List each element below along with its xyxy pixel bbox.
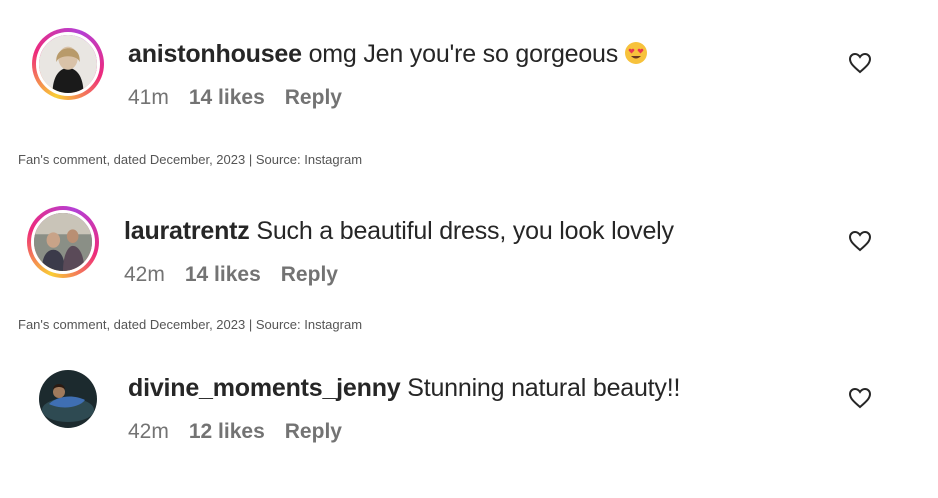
comment-text: Stunning natural beauty!! (407, 374, 681, 402)
likes-count[interactable]: 12 likes (189, 420, 265, 443)
profile-photo-icon (39, 370, 97, 428)
avatar[interactable] (39, 370, 97, 428)
comment-text-line: divine_moments_jenny Stunning natural be… (128, 374, 680, 403)
comment-text-line: lauratrentz Such a beautiful dress, you … (124, 217, 674, 246)
comment-text: Such a beautiful dress, you look lovely (256, 217, 674, 245)
comment-text: omg Jen you're so gorgeous (308, 40, 619, 68)
like-heart-icon[interactable] (848, 52, 872, 74)
username[interactable]: lauratrentz (124, 217, 250, 245)
comment-meta: 42m 14 likes Reply (124, 263, 358, 287)
comment-text-line: anistonhousee omg Jen you're so gorgeous (128, 40, 648, 69)
comment-2: lauratrentz Such a beautiful dress, you … (0, 180, 938, 320)
comment-meta: 41m 14 likes Reply (128, 86, 362, 110)
profile-photo-icon (39, 35, 97, 93)
reply-button[interactable]: Reply (281, 263, 338, 286)
comment-1: anistonhousee omg Jen you're so gorgeous… (0, 0, 938, 140)
username[interactable]: anistonhousee (128, 40, 302, 68)
timestamp: 41m (128, 86, 169, 109)
likes-count[interactable]: 14 likes (189, 86, 265, 109)
avatar[interactable] (32, 28, 104, 100)
like-heart-icon[interactable] (848, 230, 872, 252)
heart-eyes-emoji-icon (625, 42, 648, 64)
comment-meta: 42m 12 likes Reply (128, 420, 362, 444)
reply-button[interactable]: Reply (285, 86, 342, 109)
likes-count[interactable]: 14 likes (185, 263, 261, 286)
image-caption: Fan's comment, dated December, 2023 | So… (18, 152, 363, 167)
like-heart-icon[interactable] (848, 387, 872, 409)
timestamp: 42m (124, 263, 165, 286)
profile-photo-icon (34, 213, 92, 271)
timestamp: 42m (128, 420, 169, 443)
username[interactable]: divine_moments_jenny (128, 374, 401, 402)
avatar[interactable] (27, 206, 99, 278)
comment-3: divine_moments_jenny Stunning natural be… (0, 350, 938, 490)
image-caption: Fan's comment, dated December, 2023 | So… (18, 317, 363, 332)
reply-button[interactable]: Reply (285, 420, 342, 443)
